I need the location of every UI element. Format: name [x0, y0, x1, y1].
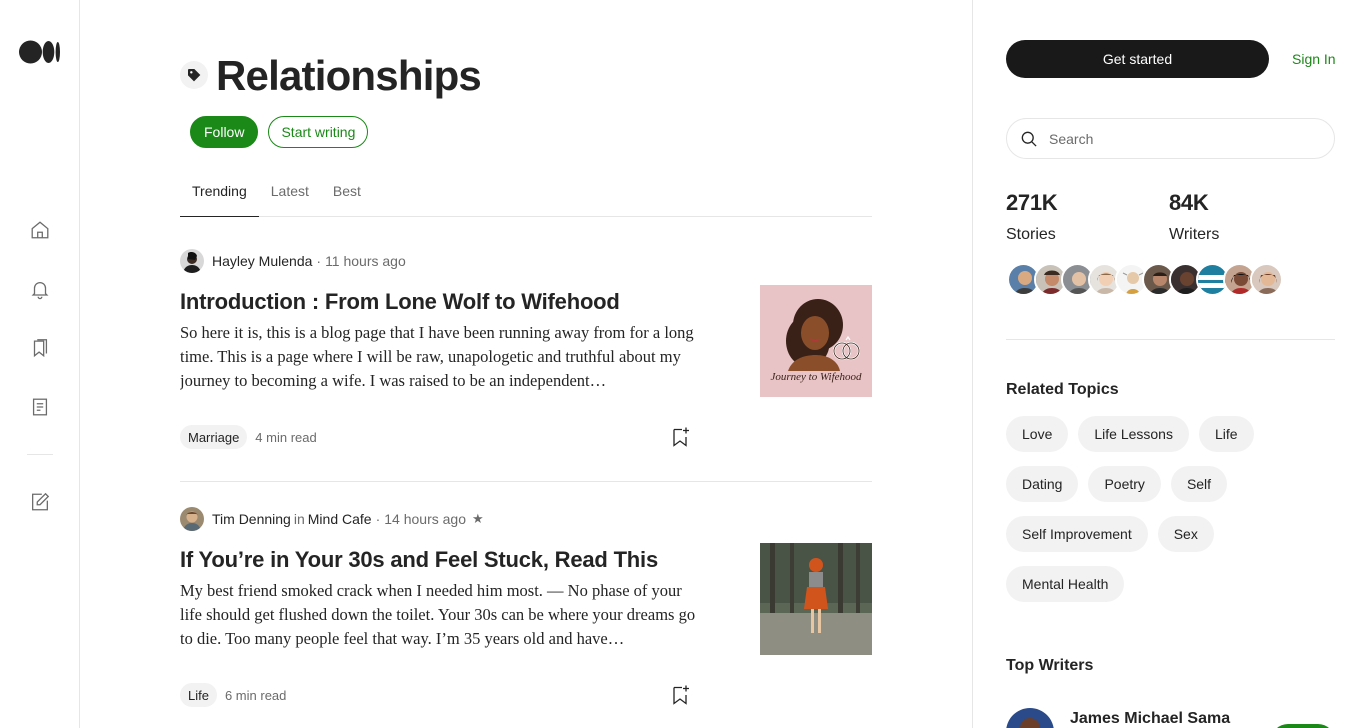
bell-icon[interactable] [28, 277, 52, 301]
rail-divider [27, 454, 53, 455]
meta-dot: · [316, 253, 322, 269]
topic-pill[interactable]: Poetry [1088, 466, 1161, 502]
author-name[interactable]: Tim Denning [212, 511, 291, 527]
search-input[interactable] [1049, 130, 1309, 147]
member-star-icon: ★ [471, 511, 484, 526]
topic-pill[interactable]: Self [1170, 466, 1228, 502]
post-tag-chip[interactable]: Life [180, 683, 217, 707]
writer-avatar[interactable] [1006, 708, 1054, 728]
post-tag-chip[interactable]: Marriage [180, 425, 248, 449]
post-footer: Marriage 4 min read [180, 425, 696, 449]
follow-button[interactable]: Follow [190, 116, 259, 148]
topic-pill[interactable]: Self Improvement [1006, 516, 1148, 552]
publication-name[interactable]: Mind Cafe [308, 511, 372, 527]
related-topics-heading: Related Topics [1006, 381, 1119, 398]
topic-pill[interactable]: Life [1198, 416, 1254, 452]
topic-pill[interactable]: Dating [1006, 466, 1079, 502]
tab-latest[interactable]: Latest [259, 172, 321, 217]
bookmarks-icon[interactable] [28, 336, 52, 360]
post-time: 11 hours ago [325, 253, 406, 269]
topic-pill[interactable]: Mental Health [1006, 566, 1125, 602]
medium-logo-icon[interactable] [19, 40, 61, 64]
left-rail [0, 0, 80, 728]
post-meta: Hayley Mulenda · 11 hours ago [180, 249, 872, 273]
get-started-button[interactable]: Get started [1006, 40, 1269, 78]
start-writing-button[interactable]: Start writing [268, 116, 369, 148]
home-icon[interactable] [28, 218, 52, 242]
topic-actions: Follow Start writing [190, 116, 369, 148]
stories-stat: 271K Stories [1006, 190, 1058, 244]
author-avatar[interactable] [180, 507, 204, 531]
author-avatar[interactable] [180, 249, 204, 273]
writers-stat: 84K Writers [1169, 190, 1219, 244]
search-icon [1021, 131, 1037, 147]
related-topics-list: Love Life Lessons Life Dating Poetry Sel… [1006, 416, 1335, 602]
post-footer: Life 6 min read [180, 683, 696, 707]
bookmark-add-icon[interactable] [668, 683, 692, 707]
post-excerpt[interactable]: My best friend smoked crack when I neede… [180, 579, 700, 651]
tab-best[interactable]: Best [321, 172, 373, 217]
post-meta: Tim Denning in Mind Cafe · 14 hours ago … [180, 507, 872, 531]
in-word: in [293, 511, 305, 527]
search-bar[interactable] [1006, 118, 1335, 159]
sidebar-divider [1006, 339, 1335, 340]
topic-pill[interactable]: Life Lessons [1078, 416, 1189, 452]
topic-pill[interactable]: Love [1006, 416, 1069, 452]
meta-dot: · [375, 511, 381, 527]
author-name[interactable]: Hayley Mulenda [212, 253, 312, 269]
post-title[interactable]: Introduction : From Lone Wolf to Wifehoo… [180, 288, 720, 316]
post-thumbnail[interactable]: Journey to Wifehood [760, 285, 872, 397]
stories-icon[interactable] [28, 395, 52, 419]
right-sidebar: Get started Sign In 271K Stories 84K Wri… [972, 0, 1366, 728]
writer-avatar[interactable] [1250, 263, 1283, 296]
top-writers-heading: Top Writers [1006, 657, 1094, 674]
writer-name[interactable]: James Michael Sama [1070, 710, 1230, 728]
read-time: 4 min read [255, 429, 317, 445]
sign-in-link[interactable]: Sign In [1292, 51, 1336, 67]
post-card[interactable]: Hayley Mulenda · 11 hours ago Introducti… [180, 249, 872, 482]
writers-label: Writers [1169, 226, 1220, 243]
tab-trending[interactable]: Trending [180, 172, 259, 217]
write-icon[interactable] [28, 490, 52, 514]
read-time: 6 min read [224, 687, 287, 703]
feed-tabs: Trending Latest Best [180, 172, 872, 217]
topic-header: Relationships [180, 52, 482, 100]
writer-avatars [1007, 263, 1283, 296]
thumbnail-caption: Journey to Wifehood [770, 371, 862, 383]
tag-icon [180, 61, 208, 89]
post-time: 14 hours ago [384, 511, 466, 527]
bookmark-add-icon[interactable] [668, 425, 692, 449]
post-card[interactable]: Tim Denning in Mind Cafe · 14 hours ago … [180, 507, 872, 728]
page-title: Relationships [216, 52, 482, 99]
stories-count: 271K [1006, 190, 1058, 215]
post-excerpt[interactable]: So here it is, this is a blog page that … [180, 321, 700, 393]
top-writer-item[interactable]: James Michael Sama [1006, 708, 1230, 728]
topic-pill[interactable]: Sex [1157, 516, 1214, 552]
main-content: Relationships Follow Start writing Trend… [80, 0, 972, 728]
post-title[interactable]: If You’re in Your 30s and Feel Stuck, Re… [180, 546, 720, 574]
stories-label: Stories [1006, 226, 1056, 243]
writers-count: 84K [1169, 190, 1209, 215]
post-thumbnail[interactable] [760, 543, 872, 655]
writer-follow-button[interactable] [1271, 724, 1335, 728]
